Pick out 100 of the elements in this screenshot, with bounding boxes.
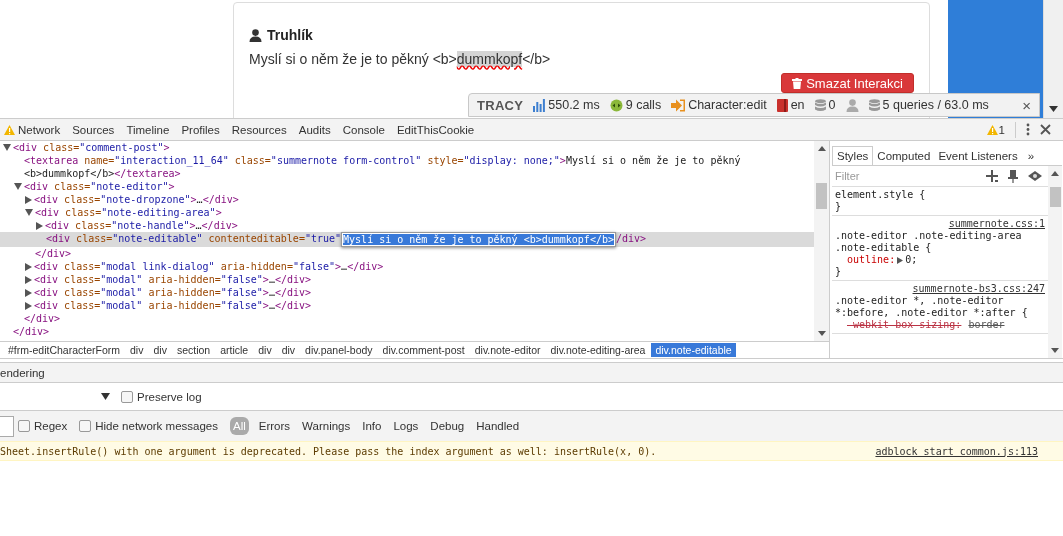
panel-tab[interactable]: Audits — [292, 123, 337, 136]
dom-row[interactable]: <div class="note-editor"> — [0, 180, 814, 193]
source-link[interactable]: adblock start common.js:113 — [875, 445, 1038, 457]
close-icon[interactable] — [1040, 124, 1051, 135]
triangle-right-icon[interactable] — [25, 302, 32, 310]
diamond-icon[interactable] — [1028, 171, 1042, 181]
warnings-counter[interactable]: 1 — [986, 123, 1005, 136]
scroll-thumb[interactable] — [816, 183, 827, 209]
debug-bar-stat[interactable]: 5 queries / 63.0 ms — [882, 98, 989, 112]
user-icon — [845, 98, 859, 112]
level-filter[interactable]: Warnings — [302, 417, 351, 435]
filter-field[interactable]: Filter — [832, 170, 976, 182]
dom-row[interactable]: <div class="note-handle">…</div> — [0, 219, 814, 232]
checkbox[interactable]: Hide network messages — [79, 420, 218, 432]
triangle-right-icon[interactable] — [25, 276, 32, 284]
edit-field[interactable]: Myslí si o něm že je to pěkný <b>dummkopf</b> — [341, 232, 616, 247]
styles-tab[interactable]: Styles — [832, 146, 874, 165]
more-tabs-button[interactable]: » — [1021, 147, 1041, 165]
dom-row[interactable]: <div class="modal" aria-hidden="false">…</div> — [0, 286, 814, 299]
scroll-up-icon[interactable] — [817, 146, 826, 151]
triangle-right-icon[interactable] — [897, 256, 904, 264]
author-name: Truhlík — [267, 27, 313, 43]
source-link[interactable]: summernote.css:1 — [948, 218, 1045, 230]
panel-tab[interactable]: Timeline — [120, 123, 176, 136]
triangle-right-icon[interactable] — [25, 196, 32, 204]
dom-row[interactable]: <div class="note-editing-area"> — [0, 206, 814, 219]
breadcrumb[interactable]: div — [149, 343, 171, 357]
breadcrumb[interactable]: div — [277, 343, 300, 357]
breadcrumb[interactable]: #frm-editCharacterForm — [4, 343, 125, 357]
level-filter[interactable]: Errors — [258, 417, 291, 435]
plus-icon[interactable] — [986, 170, 998, 182]
dom-row[interactable]: <div class="modal" aria-hidden="false">…</div> — [0, 299, 814, 312]
scrollbar[interactable] — [1048, 166, 1062, 358]
breadcrumb[interactable]: article — [216, 343, 253, 357]
panel-tab[interactable]: Profiles — [175, 123, 226, 136]
filter-field[interactable] — [0, 415, 14, 437]
triangle-down-icon[interactable] — [25, 209, 33, 216]
source-link[interactable]: summernote-bs3.css:247 — [912, 283, 1045, 295]
panel-tab[interactable]: Resources — [225, 123, 293, 136]
comment-text: Myslí si o něm že je to pěkný <b>dummkopf</b> — [249, 51, 552, 67]
level-filter[interactable]: Debug — [430, 417, 465, 435]
dom-row[interactable]: <div class="note-editable" contenteditable="true" Myslí si o něm že je to pěkný <b>dummkopf</b> /div> — [0, 232, 814, 247]
scroll-up-icon[interactable] — [1051, 171, 1059, 176]
scrollbar[interactable] — [814, 141, 829, 341]
level-filter[interactable]: Logs — [393, 417, 419, 435]
checkbox[interactable]: Regex — [18, 420, 68, 432]
triangle-down-icon[interactable] — [14, 183, 22, 190]
delete-button[interactable]: Smazat Interakci — [781, 73, 914, 93]
scroll-down-icon[interactable] — [1051, 348, 1059, 353]
scrollbar[interactable] — [1043, 0, 1063, 118]
debug-bar-stat[interactable]: Character:edit — [688, 98, 767, 112]
close-button[interactable]: × — [1022, 96, 1031, 114]
dom-row[interactable]: <div class="modal link-dialog" aria-hidden="false">…</div> — [0, 260, 814, 273]
triangle-right-icon[interactable] — [36, 222, 43, 230]
level-filter[interactable]: Info — [362, 417, 382, 435]
panel-tab[interactable]: EditThisCookie — [390, 123, 481, 136]
panel-tab[interactable]: Console — [336, 123, 391, 136]
panel-tab[interactable]: Network — [4, 123, 67, 136]
debug-bar-stat[interactable]: 9 calls — [625, 98, 662, 112]
debug-bar-title[interactable]: TRACY — [477, 97, 524, 113]
level-filter[interactable]: Handled — [476, 417, 520, 435]
caret-down-icon[interactable] — [101, 393, 110, 400]
breadcrumb[interactable]: div.comment-post — [378, 343, 469, 357]
styles-tab[interactable]: Computed — [873, 147, 935, 165]
breadcrumb[interactable]: section — [172, 343, 215, 357]
breadcrumb[interactable]: div.note-editor — [470, 343, 545, 357]
breadcrumb[interactable]: div.note-editable — [651, 343, 736, 357]
checkbox[interactable]: Preserve log — [121, 390, 202, 403]
dom-closing-tag: </div> — [13, 325, 50, 338]
debug-bar-stat[interactable]: en — [790, 98, 805, 112]
css-value: 0; — [905, 254, 918, 266]
caret-down-icon[interactable] — [1049, 106, 1058, 112]
warning-icon — [4, 124, 15, 135]
warning-icon — [986, 124, 998, 135]
panel-tab[interactable]: Sources — [66, 123, 121, 136]
breadcrumb[interactable]: div — [254, 343, 276, 357]
scroll-thumb[interactable] — [1049, 187, 1061, 207]
debug-bar-stat[interactable]: 0 — [828, 98, 836, 112]
triangle-right-icon[interactable] — [25, 289, 32, 297]
breadcrumb[interactable]: div.note-editing-area — [546, 343, 650, 357]
breadcrumb[interactable]: div.panel-body — [301, 343, 377, 357]
dom-node-text: <div class="modal link-dialog" aria-hidden="false">…</div> — [34, 260, 384, 273]
dom-node-text: <div class="note-editable" contenteditable="true" — [46, 232, 342, 245]
scroll-down-icon[interactable] — [817, 331, 826, 336]
styles-tab[interactable]: Event Listeners — [934, 147, 1022, 165]
breadcrumb[interactable]: div — [126, 343, 148, 357]
triangle-down-icon[interactable] — [3, 144, 11, 151]
css-selector: element.style { — [835, 189, 927, 201]
dom-row[interactable]: <div class="modal" aria-hidden="false">…</div> — [0, 273, 814, 286]
pin-icon[interactable] — [1008, 169, 1018, 183]
triangle-right-icon[interactable] — [25, 263, 32, 271]
css-property: outline: — [847, 254, 896, 266]
more-menu-icon[interactable] — [1026, 123, 1030, 136]
book-icon — [776, 98, 788, 112]
drawer-tab[interactable]: endering — [0, 366, 45, 379]
dom-node-text: <div class="note-editor"> — [24, 180, 175, 193]
debug-bar-stat[interactable]: 550.2 ms — [548, 98, 600, 112]
circle-arrows-icon — [609, 98, 623, 112]
dom-row[interactable]: <div class="comment-post"> — [0, 141, 814, 154]
dom-row[interactable]: <div class="note-dropzone">…</div> — [0, 193, 814, 206]
